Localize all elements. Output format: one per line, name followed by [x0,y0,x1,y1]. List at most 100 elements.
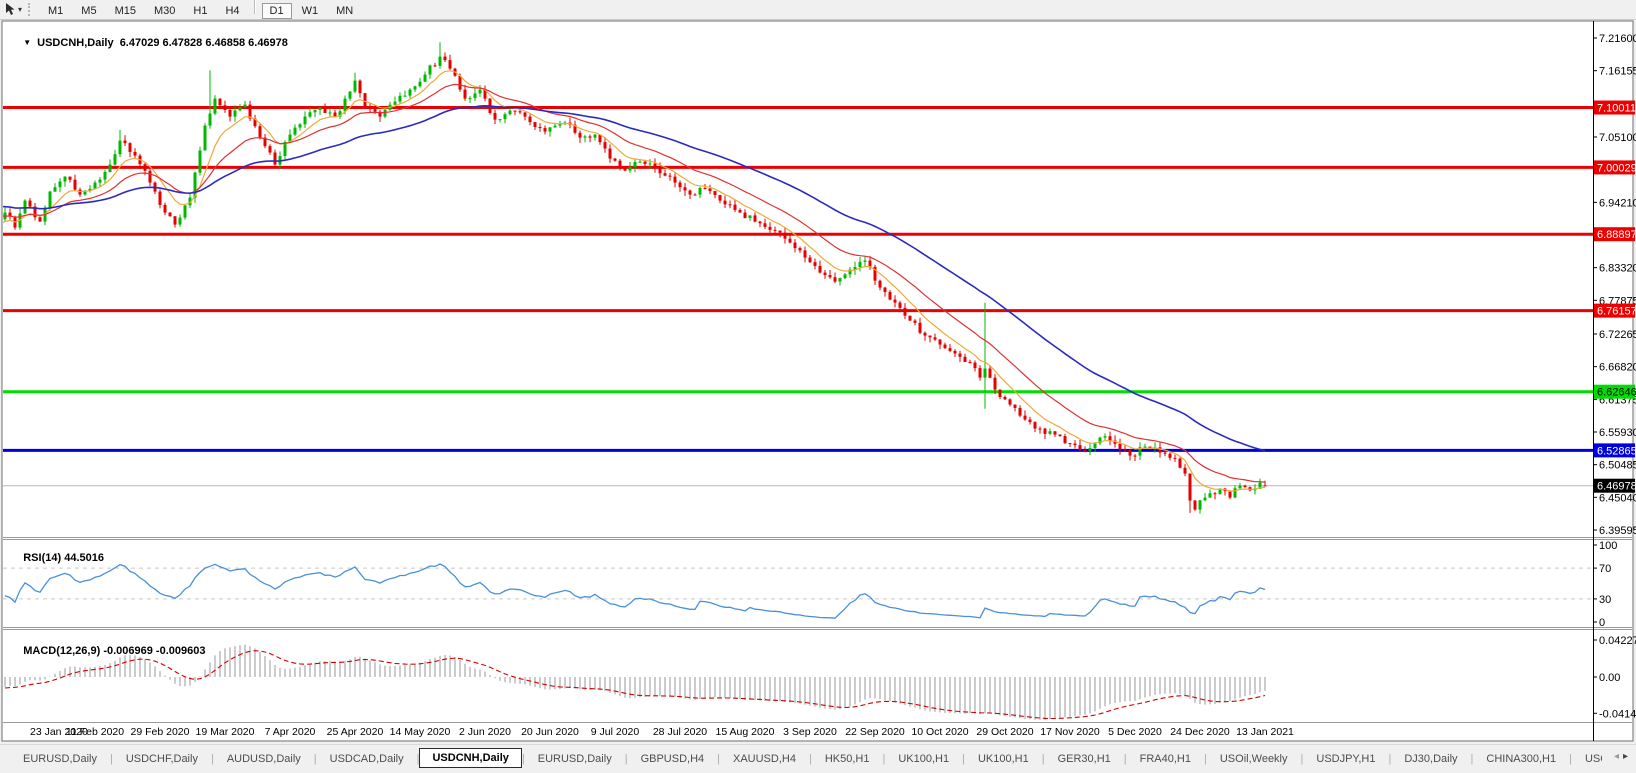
chart-tab-uk100-h1[interactable]: UK100,H1 [965,750,1042,768]
candle-body [889,292,892,300]
candle-body [1229,491,1232,497]
candle-body [834,277,837,281]
candle-body [829,275,832,277]
date-label: 2 Jun 2020 [459,726,511,738]
candle-body [64,177,67,182]
candle-body [524,112,527,116]
candle-body [99,180,102,183]
candle-body [764,223,767,227]
candle-body [719,195,722,201]
candle-body [839,278,842,281]
macd-tick-label: -0.04148 [1599,708,1636,720]
price-tick-label: 7.05100 [1599,132,1636,144]
toolbar-dropdown-caret-icon[interactable]: ▾ [18,5,22,14]
candle-body [779,231,782,233]
candle-body [109,165,112,172]
chart-tab-fra40-h1[interactable]: FRA40,H1 [1127,750,1204,768]
chart-tab-dj30-daily[interactable]: DJ30,Daily [1391,750,1470,768]
candle-body [1024,416,1027,420]
candle-body [69,177,72,180]
date-label: 17 Nov 2020 [1040,726,1100,738]
candle-body [604,142,607,148]
candle-body [269,146,272,152]
chart-tab-china300-h1[interactable]: CHINA300,H1 [1473,750,1569,768]
candle-body [1014,405,1017,408]
candle-body [259,126,262,137]
candle-body [1189,474,1192,501]
timeframe-button-MN[interactable]: MN [328,3,361,19]
date-label: 10 Oct 2020 [911,726,968,738]
timeframe-button-W1[interactable]: W1 [294,3,327,19]
timeframe-button-D1[interactable]: D1 [262,3,292,19]
timeframe-button-H4[interactable]: H4 [217,3,247,19]
candle-body [884,288,887,292]
chart-tab-usdcnh-daily[interactable]: USDCNH,Daily [419,748,521,768]
date-label: 22 Sep 2020 [845,726,905,738]
candle-body [1209,493,1212,497]
candle-body [554,126,557,128]
candle-body [559,124,562,125]
candle-body [149,171,152,183]
candle-body [789,239,792,243]
candle-body [494,113,497,120]
toolbar: ▾ M1M5M15M30H1H4 D1W1MN [0,0,1636,20]
candle-body [929,336,932,338]
candle-body [1264,485,1267,486]
candle-body [344,99,347,112]
chart-tab-usdjpy-h1[interactable]: USDJPY,H1 [1303,750,1388,768]
candle-body [534,122,537,127]
rsi-tick-label: 70 [1599,563,1611,575]
timeframe-button-M15[interactable]: M15 [107,3,144,19]
rsi-value: 44.5016 [64,552,104,564]
date-label: 9 Jul 2020 [591,726,640,738]
candle-body [904,308,907,316]
candle-body [274,153,277,165]
candle-body [909,316,912,321]
price-badge-label: 6.62646 [1597,387,1636,399]
date-label: 24 Dec 2020 [1170,726,1230,738]
candle-body [959,354,962,357]
chart-tab-usdcad-daily[interactable]: USDCAD,Daily [317,750,417,768]
chart-tab-eurusd-daily[interactable]: EURUSD,Daily [525,750,625,768]
chart-tab-eurusd-daily[interactable]: EURUSD,Daily [10,750,110,768]
chart-tab-usdchf-daily[interactable]: USDCHF,Daily [113,750,211,768]
timeframe-button-M5[interactable]: M5 [73,3,104,19]
chart-title-caret-icon[interactable]: ▼ [23,38,31,47]
chart-tab-audusd-daily[interactable]: AUDUSD,Daily [214,750,314,768]
chart-tab-gbpusd-h4[interactable]: GBPUSD,H4 [628,750,718,768]
candle-body [224,105,227,110]
chart-tab-hk50-h1[interactable]: HK50,H1 [812,750,883,768]
price-tick-label: 6.66820 [1599,362,1636,374]
candle-body [819,266,822,273]
tab-scroll-right-icon[interactable]: ▸ [1623,751,1632,762]
tab-scroll-arrows: ◂▸ [1614,751,1632,762]
rsi-tick-label: 30 [1599,594,1611,606]
price-tick-label: 6.45040 [1599,492,1636,504]
timeframe-button-M1[interactable]: M1 [40,3,71,19]
timeframe-button-M30[interactable]: M30 [146,3,183,19]
price-tick-label: 6.55930 [1599,427,1636,439]
date-label: 11 Feb 2020 [66,726,124,738]
chart-tab-uk100-h1[interactable]: UK100,H1 [885,750,962,768]
candle-body [519,111,522,112]
chart-tab-ger30-h1[interactable]: GER30,H1 [1045,750,1124,768]
chart-tab-usoil-weekly[interactable]: USOil,Weekly [1207,750,1301,768]
timeframe-button-H1[interactable]: H1 [185,3,215,19]
toolbar-grip[interactable] [28,3,33,16]
chart-tab-usoil-[interactable]: USOil, [1572,750,1602,768]
candle-body [984,369,987,378]
candle-body [729,204,732,205]
candle-body [329,112,332,113]
chart-tab-xauusd-h4[interactable]: XAUUSD,H4 [720,750,809,768]
chart-window-frame [2,21,1633,741]
date-label: 20 Jun 2020 [521,726,579,738]
cursor-tool-icon[interactable] [3,2,17,17]
candle-body [999,390,1002,397]
candle-body [299,124,302,127]
date-label: 15 Aug 2020 [716,726,775,738]
chart-symbol-label: USDCNH,Daily [37,37,113,49]
tab-scroll-left-icon[interactable]: ◂ [1614,751,1623,762]
candle-body [704,188,707,189]
candle-body [1089,448,1092,451]
candle-body [54,187,57,191]
